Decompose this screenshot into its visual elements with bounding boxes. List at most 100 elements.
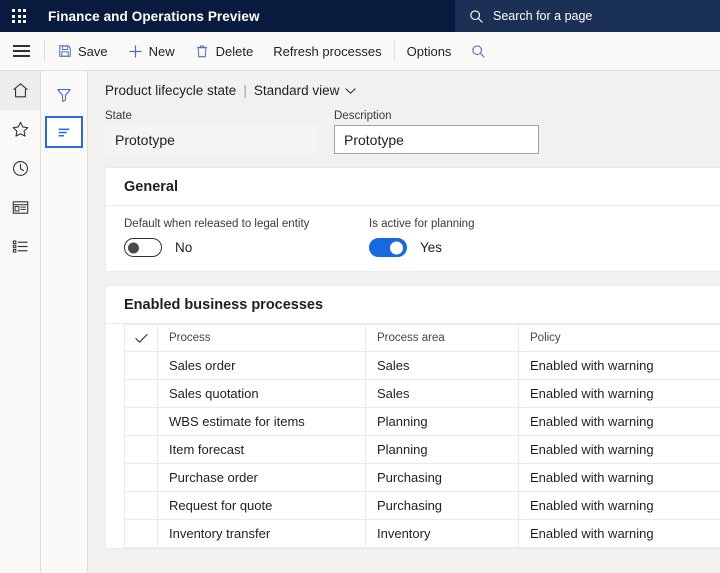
list-bullets-icon <box>11 237 30 256</box>
default-when-released-toggle[interactable] <box>124 238 162 257</box>
save-button-label: Save <box>78 44 108 59</box>
description-field-input[interactable]: Prototype <box>334 125 539 154</box>
table-row[interactable]: Item forecast Planning Enabled with warn… <box>125 436 720 464</box>
filter-pane <box>41 71 88 573</box>
row-checkbox-cell[interactable] <box>125 436 158 464</box>
home-icon <box>11 81 30 100</box>
table-row[interactable]: Sales order Sales Enabled with warning <box>125 352 720 380</box>
row-policy: Enabled with warning <box>519 436 720 464</box>
lines-view-button[interactable] <box>45 116 83 148</box>
refresh-processes-button[interactable]: Refresh processes <box>263 32 391 70</box>
table-row[interactable]: WBS estimate for items Planning Enabled … <box>125 408 720 436</box>
description-field-label: Description <box>334 110 539 122</box>
app-launcher-button[interactable] <box>0 0 38 32</box>
star-icon <box>11 120 30 139</box>
default-when-released-label: Default when released to legal entity <box>124 218 369 230</box>
state-field-label: State <box>105 110 317 122</box>
row-process: Sales quotation <box>158 380 366 408</box>
row-process-area: Planning <box>366 436 519 464</box>
row-checkbox-cell[interactable] <box>125 492 158 520</box>
default-when-released-value: No <box>175 240 192 255</box>
processes-grid-wrapper: Process Process area Policy Sales order … <box>106 324 720 548</box>
sidebar-item-recent[interactable] <box>0 149 40 188</box>
chevron-down-icon <box>345 87 356 95</box>
row-checkbox-cell[interactable] <box>125 520 158 548</box>
header-fields: State Prototype Description Prototype <box>88 98 720 154</box>
checkmark-icon <box>125 333 157 344</box>
row-policy: Enabled with warning <box>519 408 720 436</box>
row-policy: Enabled with warning <box>519 492 720 520</box>
table-row[interactable]: Purchase order Purchasing Enabled with w… <box>125 464 720 492</box>
sidebar-item-workspaces[interactable] <box>0 188 40 227</box>
delete-button[interactable]: Delete <box>185 32 264 70</box>
is-active-for-planning-value: Yes <box>420 240 442 255</box>
select-all-column-header[interactable] <box>125 325 158 352</box>
top-navigation-bar: Finance and Operations Preview Search fo… <box>0 0 720 32</box>
process-area-column-header[interactable]: Process area <box>366 325 519 352</box>
row-policy: Enabled with warning <box>519 464 720 492</box>
row-process: WBS estimate for items <box>158 408 366 436</box>
row-process-area: Inventory <box>366 520 519 548</box>
row-process: Request for quote <box>158 492 366 520</box>
enabled-business-processes-card: Enabled business processes Process <box>105 285 720 549</box>
table-header-row: Process Process area Policy <box>125 325 720 352</box>
table-row[interactable]: Request for quote Purchasing Enabled wit… <box>125 492 720 520</box>
view-selector[interactable]: Standard view <box>254 83 357 98</box>
breadcrumb: Product lifecycle state | Standard view <box>88 71 720 98</box>
new-button[interactable]: New <box>118 32 185 70</box>
search-icon <box>471 44 486 59</box>
general-section-title[interactable]: General <box>106 168 720 206</box>
row-process-area: Purchasing <box>366 492 519 520</box>
toggle-knob <box>128 242 139 253</box>
breadcrumb-separator: | <box>243 83 247 98</box>
row-checkbox-cell[interactable] <box>125 352 158 380</box>
app-title: Finance and Operations Preview <box>48 9 260 24</box>
policy-column-header[interactable]: Policy <box>519 325 720 352</box>
general-section-body: Default when released to legal entity No… <box>106 206 720 271</box>
sidebar-item-favorites[interactable] <box>0 110 40 149</box>
processes-table: Process Process area Policy Sales order … <box>124 324 720 548</box>
refresh-processes-label: Refresh processes <box>273 44 381 59</box>
row-checkbox-cell[interactable] <box>125 380 158 408</box>
hamburger-icon-line <box>13 50 30 52</box>
enabled-business-processes-title[interactable]: Enabled business processes <box>106 286 720 324</box>
processes-table-body: Sales order Sales Enabled with warning S… <box>125 352 720 548</box>
delete-button-label: Delete <box>216 44 254 59</box>
global-search-box[interactable]: Search for a page <box>455 0 720 32</box>
row-process-area: Sales <box>366 380 519 408</box>
main-content-area: Product lifecycle state | Standard view … <box>88 71 720 573</box>
options-menu-button[interactable]: Options <box>397 32 462 70</box>
command-bar-divider <box>394 40 395 62</box>
row-checkbox-cell[interactable] <box>125 464 158 492</box>
row-policy: Enabled with warning <box>519 380 720 408</box>
process-column-header[interactable]: Process <box>158 325 366 352</box>
workspace-icon <box>11 198 30 217</box>
table-row[interactable]: Sales quotation Sales Enabled with warni… <box>125 380 720 408</box>
command-search-button[interactable] <box>461 32 496 70</box>
save-button[interactable]: Save <box>47 32 118 70</box>
sidebar-item-modules[interactable] <box>0 227 40 266</box>
is-active-for-planning-toggle[interactable] <box>369 238 407 257</box>
description-field-group: Description Prototype <box>334 110 539 154</box>
command-bar: Save New Delete Refresh processes Option… <box>0 32 720 71</box>
navigation-menu-button[interactable] <box>0 32 42 70</box>
default-when-released-group: Default when released to legal entity No <box>124 218 369 257</box>
table-row[interactable]: Inventory transfer Inventory Enabled wit… <box>125 520 720 548</box>
page-title: Product lifecycle state <box>105 83 236 98</box>
clock-icon <box>11 159 30 178</box>
state-field-value[interactable]: Prototype <box>105 125 317 154</box>
hamburger-icon-line <box>13 45 30 47</box>
state-field-group: State Prototype <box>105 110 317 154</box>
row-process: Purchase order <box>158 464 366 492</box>
hamburger-icon-line <box>13 55 30 57</box>
sidebar-item-home[interactable] <box>0 71 40 110</box>
filter-funnel-button[interactable] <box>46 81 82 109</box>
row-process-area: Planning <box>366 408 519 436</box>
row-policy: Enabled with warning <box>519 352 720 380</box>
row-process-area: Sales <box>366 352 519 380</box>
row-checkbox-cell[interactable] <box>125 408 158 436</box>
row-process: Item forecast <box>158 436 366 464</box>
toggle-knob <box>390 241 403 254</box>
options-label: Options <box>407 44 452 59</box>
search-icon <box>469 9 484 24</box>
